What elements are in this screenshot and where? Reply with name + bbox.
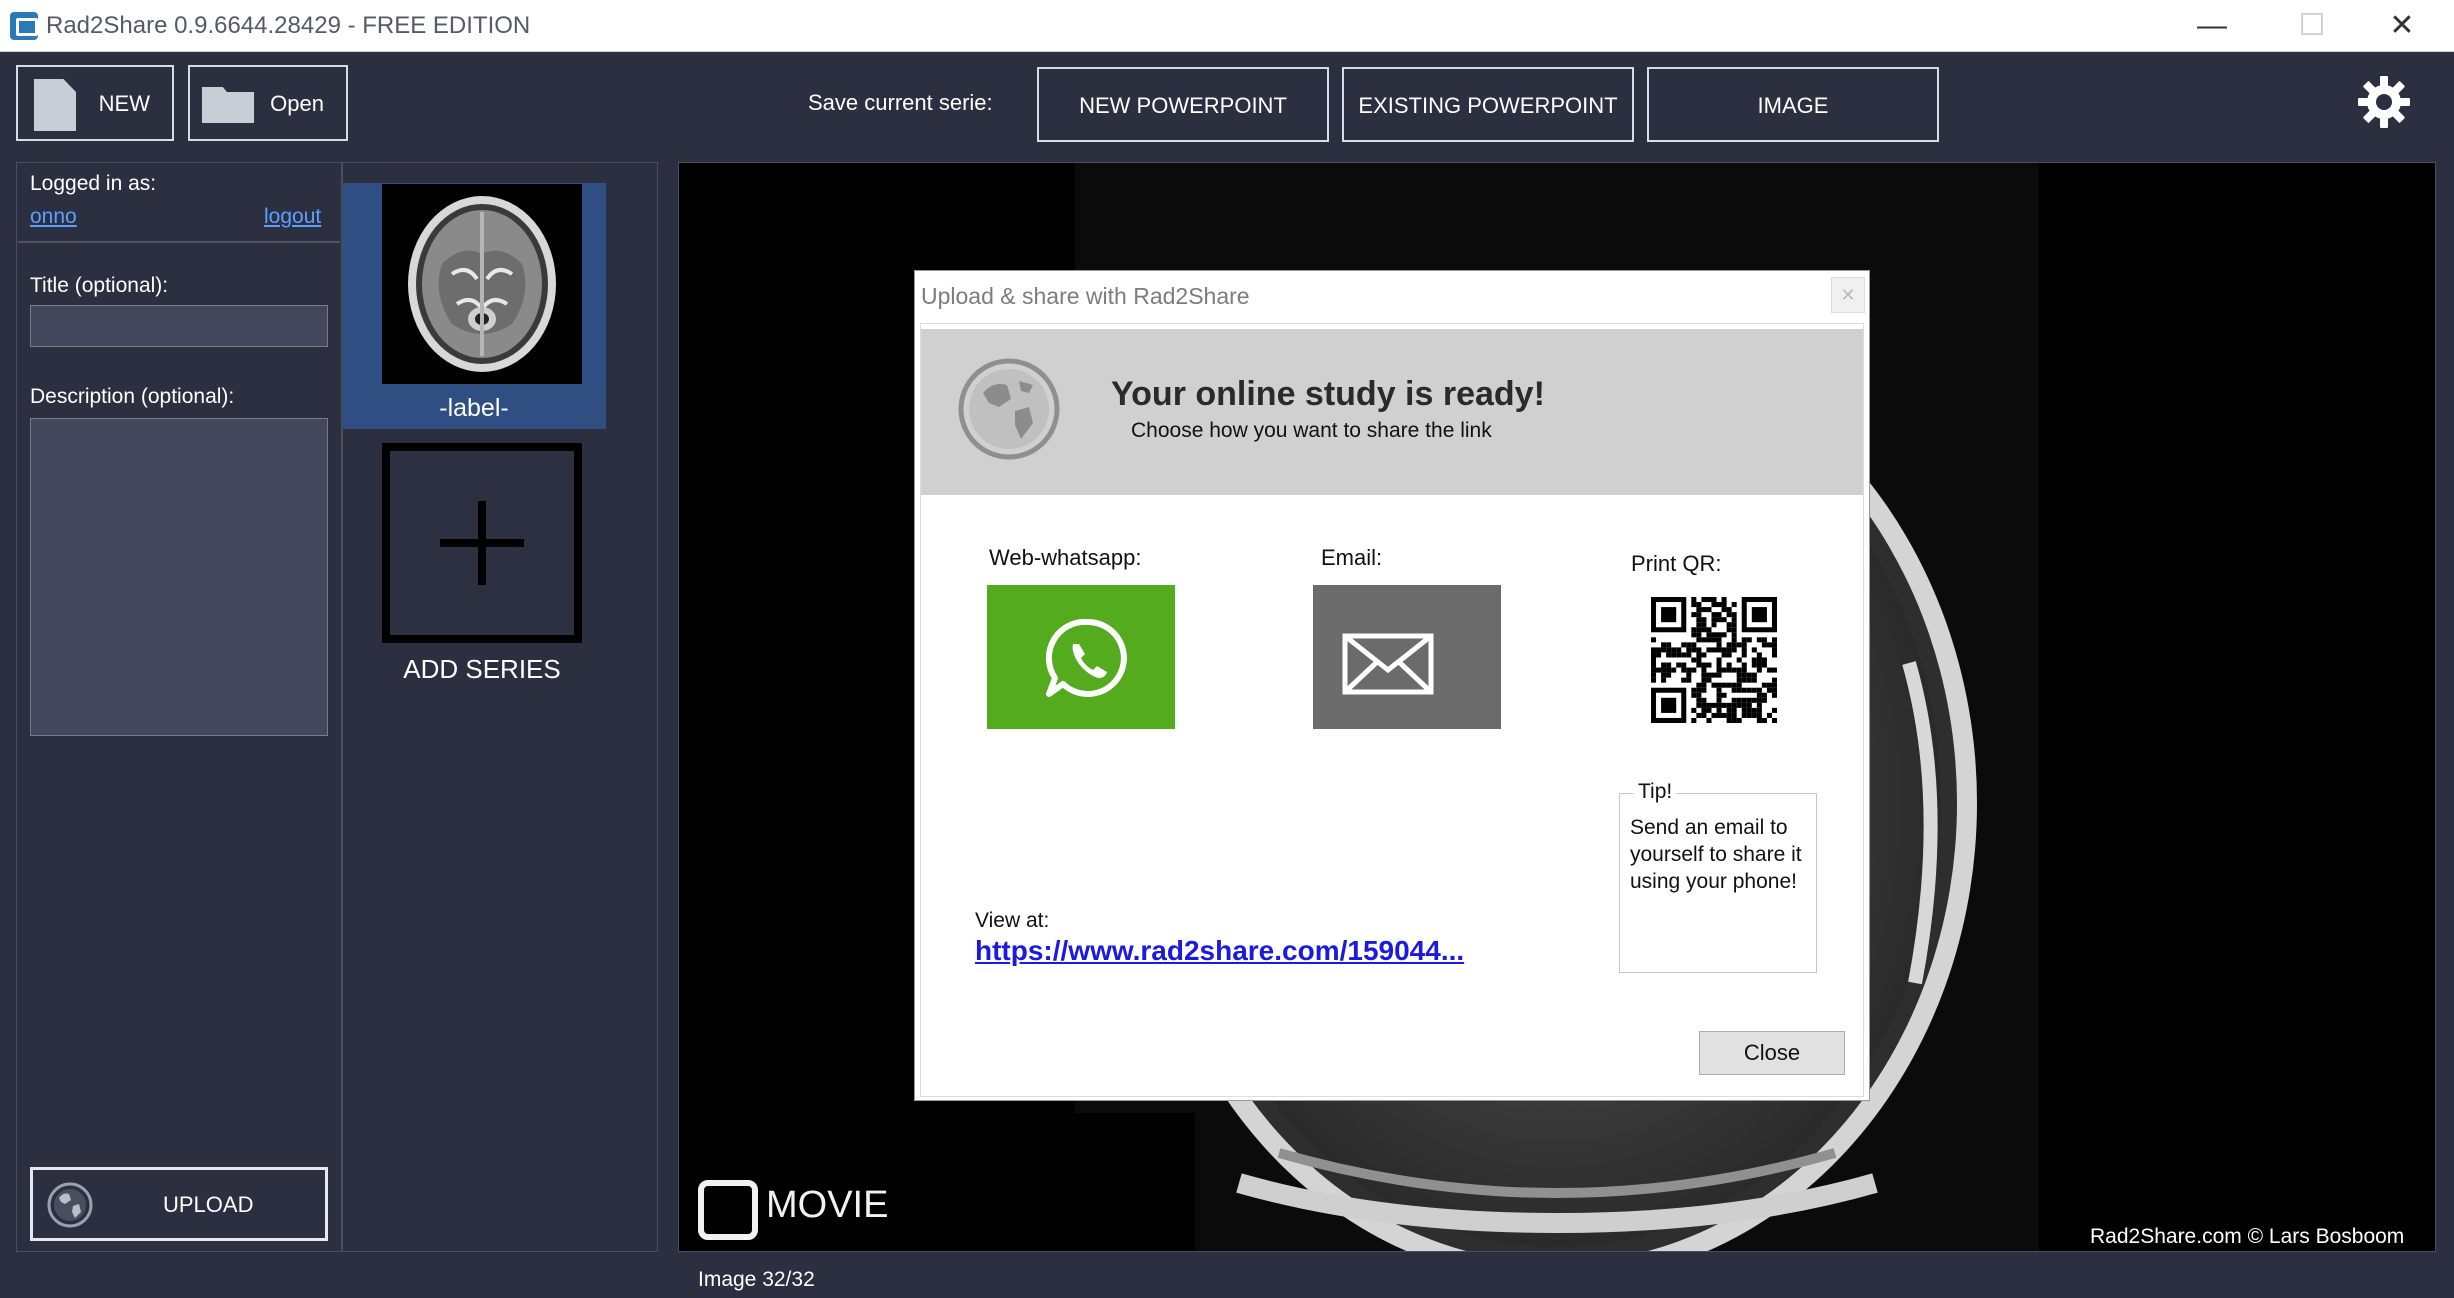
globe-icon	[958, 358, 1060, 460]
add-series-label: ADD SERIES	[403, 654, 561, 684]
username-link[interactable]: onno	[30, 205, 77, 229]
whatsapp-label: Web-whatsapp:	[989, 545, 1142, 570]
open-button-label: Open	[270, 91, 324, 116]
existing-powerpoint-button[interactable]: EXISTING POWERPOINT	[1342, 67, 1634, 142]
dialog-heading: Your online study is ready!	[1111, 375, 1545, 413]
document-icon	[34, 79, 76, 131]
image-counter: Image 32/32	[698, 1268, 815, 1291]
credit-text: Rad2Share.com © Lars Bosboom	[2090, 1225, 2405, 1248]
dialog-title: Upload & share with Rad2Share	[921, 283, 1250, 309]
folder-icon	[202, 87, 254, 123]
dialog-titlebar: Upload & share with Rad2Share ✕	[915, 271, 1869, 321]
new-button[interactable]: NEW	[16, 65, 174, 141]
share-dialog: Upload & share with Rad2Share ✕ Your onl…	[914, 270, 1870, 1101]
description-input[interactable]	[30, 418, 328, 736]
upload-button[interactable]: UPLOAD	[30, 1167, 328, 1241]
logged-in-label: Logged in as:	[30, 172, 157, 195]
tip-text: Send an email to yourself to share it us…	[1630, 816, 1802, 893]
tip-box: Tip! Send an email to yourself to share …	[1619, 780, 1817, 973]
series-label: -label-	[439, 394, 509, 422]
upload-button-label: UPLOAD	[163, 1192, 254, 1217]
minimize-button[interactable]: —	[2182, 6, 2242, 46]
gear-icon[interactable]	[2356, 74, 2412, 130]
dialog-close-x-button[interactable]: ✕	[1831, 277, 1865, 313]
email-share-button[interactable]	[1313, 585, 1501, 729]
image-button[interactable]: IMAGE	[1647, 67, 1939, 142]
qr-code-image[interactable]	[1651, 597, 1777, 723]
series-thumbnail-image[interactable]	[382, 184, 582, 384]
title-label: Title (optional):	[30, 274, 169, 297]
title-input[interactable]	[30, 305, 328, 347]
whatsapp-icon	[1045, 618, 1127, 697]
new-powerpoint-button[interactable]: NEW POWERPOINT	[1037, 67, 1329, 142]
save-serie-label: Save current serie:	[808, 90, 993, 115]
window-title: Rad2Share 0.9.6644.28429 - FREE EDITION	[46, 12, 531, 39]
email-label: Email:	[1321, 545, 1383, 570]
view-at-label: View at:	[975, 909, 1050, 932]
description-label: Description (optional):	[30, 385, 235, 408]
globe-icon	[47, 1182, 93, 1228]
movie-label: MOVIE	[766, 1184, 889, 1226]
movie-checkbox[interactable]	[698, 1180, 758, 1240]
window-titlebar: Rad2Share 0.9.6644.28429 - FREE EDITION …	[0, 0, 2454, 52]
envelope-icon	[1342, 633, 1434, 695]
study-url-link[interactable]: https://www.rad2share.com/159044...	[975, 935, 1464, 967]
whatsapp-share-button[interactable]	[987, 585, 1175, 729]
new-button-label: NEW	[98, 91, 150, 116]
divider	[18, 241, 340, 243]
open-button[interactable]: Open	[188, 65, 348, 141]
app-icon	[10, 12, 38, 40]
qr-label: Print QR:	[1631, 551, 1722, 576]
add-series-button[interactable]	[382, 443, 582, 643]
close-window-button[interactable]: ✕	[2372, 6, 2432, 46]
dialog-subheading: Choose how you want to share the link	[1131, 419, 1492, 442]
dialog-header: Your online study is ready! Choose how y…	[921, 329, 1863, 495]
close-button[interactable]: Close	[1699, 1031, 1845, 1075]
logout-link[interactable]: logout	[264, 205, 321, 229]
tip-title: Tip!	[1634, 780, 1677, 804]
maximize-button[interactable]: ☐	[2282, 6, 2342, 46]
